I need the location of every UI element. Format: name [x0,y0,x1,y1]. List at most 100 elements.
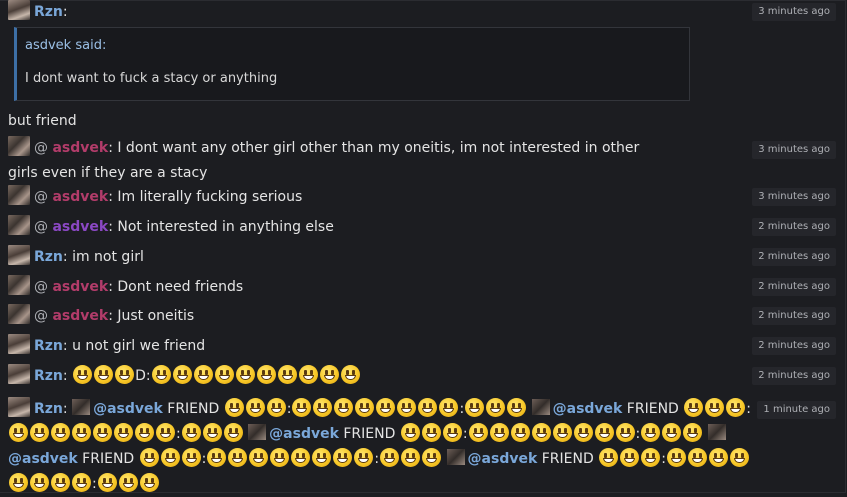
chat-message: but friend [8,109,839,134]
grinning-face-icon [312,448,332,467]
colon: : [92,476,97,492]
grinning-face-icon [683,423,703,442]
user-avatar[interactable] [8,136,30,156]
chat-message: Rzn: D: 2 minutes ago [8,364,839,389]
grinning-face-icon [439,398,459,417]
message-text: : Dont need friends [108,279,244,295]
grinning-face-icon [573,423,593,442]
mention-avatar [248,424,267,440]
mention-avatar [707,424,726,440]
user-avatar[interactable] [8,334,30,354]
grinning-face-icon [599,448,619,467]
user-avatar[interactable] [8,0,30,20]
colon: : [746,401,751,417]
grinning-face-icon [270,448,290,467]
username-asdvek[interactable]: asdvek [52,279,108,295]
chat-message: @ asdvek: Just oneitis 2 minutes ago [8,304,839,329]
grinning-face-icon [181,448,201,467]
mention-asdvek[interactable]: @asdvek [553,401,623,417]
username-rzn[interactable]: Rzn [34,249,63,265]
grinning-face-icon [313,398,333,417]
grinning-face-icon [400,423,420,442]
timestamp: 2 minutes ago [752,218,836,236]
username-asdvek[interactable]: asdvek [52,308,108,324]
mention-asdvek[interactable]: @asdvek [93,401,163,417]
chat-message: Rzn: 3 minutes ago [8,0,839,25]
grinning-face-icon [292,398,312,417]
grinning-face-icon [552,423,572,442]
grinning-face-icon [376,398,396,417]
user-avatar[interactable] [8,215,30,235]
username-rzn[interactable]: Rzn [34,4,63,20]
grinning-face-icon [355,398,375,417]
user-avatar[interactable] [8,364,30,384]
grinning-face-icon [172,365,192,384]
username-rzn[interactable]: Rzn [34,368,63,384]
friend-text: FRIEND [162,401,224,417]
grinning-face-icon [340,365,360,384]
user-avatar[interactable] [8,304,30,324]
mention-asdvek[interactable]: @asdvek [8,451,78,467]
grinning-face-icon [594,423,614,442]
grinning-face-icon [181,423,201,442]
mention-avatar [72,399,91,415]
grinning-face-icon [291,448,311,467]
timestamp: 2 minutes ago [752,248,836,266]
grinning-face-icon [277,365,297,384]
grinning-face-icon [224,398,244,417]
chat-message: @ asdvek: Dont need friends 2 minutes ag… [8,275,839,300]
grinning-face-icon [115,365,135,384]
grinning-face-icon [156,423,175,442]
user-avatar[interactable] [8,275,30,295]
grinning-face-icon [151,365,171,384]
user-avatar[interactable] [8,397,30,417]
grinning-face-icon [421,423,441,442]
chat-message-spam: Rzn: @asdvek FRIEND :: @asdvek FRIEND ::… [8,397,768,497]
friend-text: FRIEND [77,451,139,467]
colon: : [635,426,641,442]
colon: : [201,451,207,467]
grinning-face-icon [139,473,159,492]
grinning-face-icon [207,448,227,467]
quote-text: I dont want to fuck a stacy or anything [25,71,278,86]
chat-message: @ asdvek: Im literally fucking serious 3… [8,185,839,210]
grinning-face-icon [223,423,243,442]
grinning-face-icon [507,398,527,417]
chat-message: @ asdvek: I dont want any other girl oth… [8,136,667,186]
grinning-face-icon [30,473,49,492]
username-asdvek[interactable]: asdvek [52,219,108,235]
mention-asdvek[interactable]: @asdvek [468,451,538,467]
grinning-face-icon [641,448,661,467]
grinning-face-icon [489,423,509,442]
grinning-face-icon [193,365,213,384]
timestamp: 2 minutes ago [752,278,836,296]
grinning-face-icon [94,365,114,384]
separator: : [62,401,68,417]
user-avatar[interactable] [8,245,30,265]
username-rzn[interactable]: Rzn [34,338,63,354]
grinning-face-icon [9,473,28,492]
grinning-face-icon [641,423,661,442]
grinning-face-icon [235,365,255,384]
grinning-face-icon [620,448,640,467]
grinning-face-icon [380,448,400,467]
username-asdvek[interactable]: asdvek [52,140,108,156]
grinning-face-icon [397,398,417,417]
grinning-face-icon [333,448,353,467]
grinning-face-icon [729,448,749,467]
grinning-face-icon [705,398,725,417]
username-rzn: Rzn [34,401,63,417]
grinning-face-icon [93,423,112,442]
grinning-face-icon [468,423,488,442]
grinning-face-icon [51,423,70,442]
grinning-face-icon [662,423,682,442]
grinning-face-icon [708,448,728,467]
mention-asdvek[interactable]: @asdvek [269,426,339,442]
grinning-face-icon [266,398,286,417]
grinning-face-icon [72,423,91,442]
grinning-face-icon [202,423,222,442]
grinning-face-icon [442,423,462,442]
user-avatar[interactable] [8,185,30,205]
username-asdvek[interactable]: asdvek [52,189,108,205]
grinning-face-icon [298,365,318,384]
